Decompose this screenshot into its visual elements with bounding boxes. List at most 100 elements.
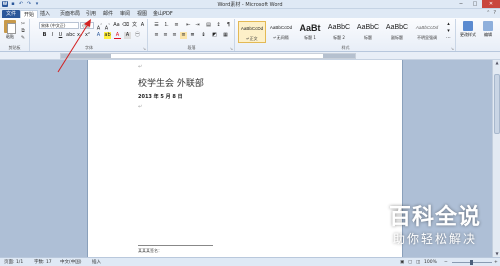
minimize-ribbon-icon[interactable]: ⌃: [486, 10, 490, 16]
styles-scroll-down-icon[interactable]: ▾: [445, 28, 452, 35]
style-heading-1[interactable]: AaBt 标题 1: [296, 21, 324, 43]
undo-icon[interactable]: ↶: [18, 1, 24, 7]
grow-font-icon[interactable]: A˄: [96, 22, 103, 32]
tab-insert[interactable]: 插入: [40, 10, 50, 18]
borders-icon[interactable]: ▦: [222, 32, 229, 39]
close-button[interactable]: ✕: [482, 0, 500, 8]
increase-indent-icon[interactable]: ⇥: [194, 22, 201, 29]
align-center-icon[interactable]: ≡: [162, 32, 169, 39]
tab-kingsoft-pdf[interactable]: 金山PDF: [153, 10, 173, 18]
text-effects-icon[interactable]: A: [95, 32, 102, 39]
minimize-button[interactable]: ─: [454, 0, 468, 8]
scroll-up-icon[interactable]: ▲: [493, 60, 500, 66]
char-border-icon[interactable]: A: [139, 22, 146, 29]
paste-label: 粘贴: [6, 34, 14, 39]
scrollbar-thumb[interactable]: [494, 74, 500, 134]
italic-icon[interactable]: I: [49, 32, 56, 39]
distributed-icon[interactable]: ≣: [189, 32, 196, 39]
font-color-icon[interactable]: A: [114, 32, 121, 39]
maximize-button[interactable]: □: [468, 0, 482, 8]
shading-icon[interactable]: ◩: [211, 32, 218, 39]
paragraph-mark: ↵: [138, 104, 143, 110]
horizontal-ruler[interactable]: [0, 52, 500, 60]
subscript-icon[interactable]: x₂: [76, 32, 83, 39]
zoom-out-icon[interactable]: −: [444, 259, 448, 266]
highlight-icon[interactable]: ab: [104, 32, 111, 39]
strikethrough-icon[interactable]: abc: [66, 32, 75, 39]
document-date[interactable]: 2013 年 5 月 8 日: [138, 93, 183, 100]
copy-icon[interactable]: ⧉: [19, 28, 27, 34]
style-normal[interactable]: AaBbCcDd ↵正文: [238, 21, 266, 43]
line-spacing-icon[interactable]: ↨: [200, 32, 207, 39]
font-dialog-launcher-icon[interactable]: ↘: [143, 46, 146, 51]
save-icon[interactable]: ▪: [10, 1, 16, 7]
footnote-text[interactable]: 某某某签名：: [138, 248, 162, 254]
editing-button[interactable]: 编辑: [479, 20, 497, 44]
sort-icon[interactable]: ↕: [215, 22, 222, 29]
language-indicator[interactable]: 中文(中国): [60, 259, 82, 266]
web-layout-icon[interactable]: ◫: [416, 259, 420, 266]
zoom-percent[interactable]: 100%: [424, 259, 437, 266]
tab-home[interactable]: 开始: [20, 10, 39, 18]
style-subtle-emphasis[interactable]: AaBbCcDd 不明显强调: [412, 21, 442, 43]
bold-icon[interactable]: B: [41, 32, 48, 39]
tab-review[interactable]: 审阅: [120, 10, 130, 18]
change-styles-button[interactable]: 更改样式: [459, 20, 477, 44]
status-bar: 页面: 1/1 字数: 17 中文(中国) 插入 ▣ ▢ ◫ 100% − +: [0, 257, 500, 266]
redo-icon[interactable]: ↷: [26, 1, 32, 7]
zoom-in-icon[interactable]: +: [494, 259, 498, 266]
document-page[interactable]: ↵ 校学生会 外联部 2013 年 5 月 8 日 ↵ 某某某签名：: [87, 60, 403, 257]
insert-mode[interactable]: 插入: [92, 259, 101, 266]
word-count[interactable]: 字数: 17: [34, 259, 52, 266]
numbering-icon[interactable]: ⒈: [163, 22, 170, 29]
styles-scroll-up-icon[interactable]: ▴: [445, 21, 452, 28]
styles-more-icon[interactable]: ⋯: [445, 35, 452, 42]
style-heading-2[interactable]: AaBbC 标题 2: [325, 21, 353, 43]
style-subtitle[interactable]: AaBbC 副标题: [383, 21, 411, 43]
superscript-icon[interactable]: x²: [84, 32, 91, 39]
phonetic-guide-icon[interactable]: 文: [131, 22, 138, 29]
page-count[interactable]: 页面: 1/1: [4, 259, 23, 266]
tab-page-layout[interactable]: 页面布局: [60, 10, 80, 18]
tabrow-icons: ⌃ ?: [486, 10, 496, 16]
styles-group: AaBbCcDd ↵正文 AaBbCcDd ↵无间隔 AaBt 标题 1 AaB…: [236, 19, 456, 51]
tab-file[interactable]: 文件: [2, 10, 21, 18]
paste-button[interactable]: 粘贴: [2, 20, 18, 44]
change-case-icon[interactable]: Aa: [113, 22, 120, 29]
style-title[interactable]: AaBbC 标题: [354, 21, 382, 43]
watermark-sub-text: 助你轻松解决: [392, 232, 477, 246]
justify-icon[interactable]: ≡: [180, 32, 187, 39]
tab-references[interactable]: 引用: [86, 10, 96, 18]
ribbon-tab-row: 文件 开始 插入 页面布局 引用 邮件 审阅 视图 金山PDF ⌃ ?: [0, 9, 500, 18]
font-size-combo[interactable]: 小五: [80, 22, 94, 29]
chinese-layout-icon[interactable]: ▤: [205, 22, 212, 29]
tab-mailings[interactable]: 邮件: [103, 10, 113, 18]
style-no-spacing[interactable]: AaBbCcDd ↵无间隔: [267, 21, 295, 43]
zoom-slider[interactable]: [452, 260, 492, 265]
word-logo-icon[interactable]: W: [2, 1, 8, 7]
align-right-icon[interactable]: ≡: [171, 32, 178, 39]
tab-view[interactable]: 视图: [137, 10, 147, 18]
decrease-indent-icon[interactable]: ⇤: [185, 22, 192, 29]
bullets-icon[interactable]: ☰: [153, 22, 160, 29]
clear-format-icon[interactable]: ⌫: [122, 22, 129, 29]
align-left-icon[interactable]: ≡: [153, 32, 160, 39]
zoom-slider-knob[interactable]: [470, 260, 473, 265]
cut-icon[interactable]: ✂: [19, 21, 27, 27]
underline-icon[interactable]: U: [57, 32, 64, 39]
paragraph-dialog-launcher-icon[interactable]: ↘: [230, 46, 233, 51]
format-painter-icon[interactable]: ✎: [19, 35, 27, 41]
change-styles-label: 更改样式: [460, 32, 476, 37]
styles-dialog-launcher-icon[interactable]: ↘: [451, 46, 454, 51]
font-name-combo[interactable]: 宋体 (中文正): [39, 22, 79, 29]
multilevel-list-icon[interactable]: ≡: [173, 22, 180, 29]
enclose-char-icon[interactable]: ㊀: [134, 32, 141, 39]
print-layout-icon[interactable]: ▣: [400, 259, 404, 266]
customize-qat-icon[interactable]: ▾: [34, 1, 40, 7]
char-shading-icon[interactable]: A: [124, 32, 131, 39]
shrink-font-icon[interactable]: A˅: [104, 22, 111, 32]
help-icon[interactable]: ?: [493, 10, 496, 16]
show-marks-icon[interactable]: ¶: [225, 22, 232, 29]
document-title[interactable]: 校学生会 外联部: [138, 76, 204, 89]
full-screen-icon[interactable]: ▢: [408, 259, 412, 266]
